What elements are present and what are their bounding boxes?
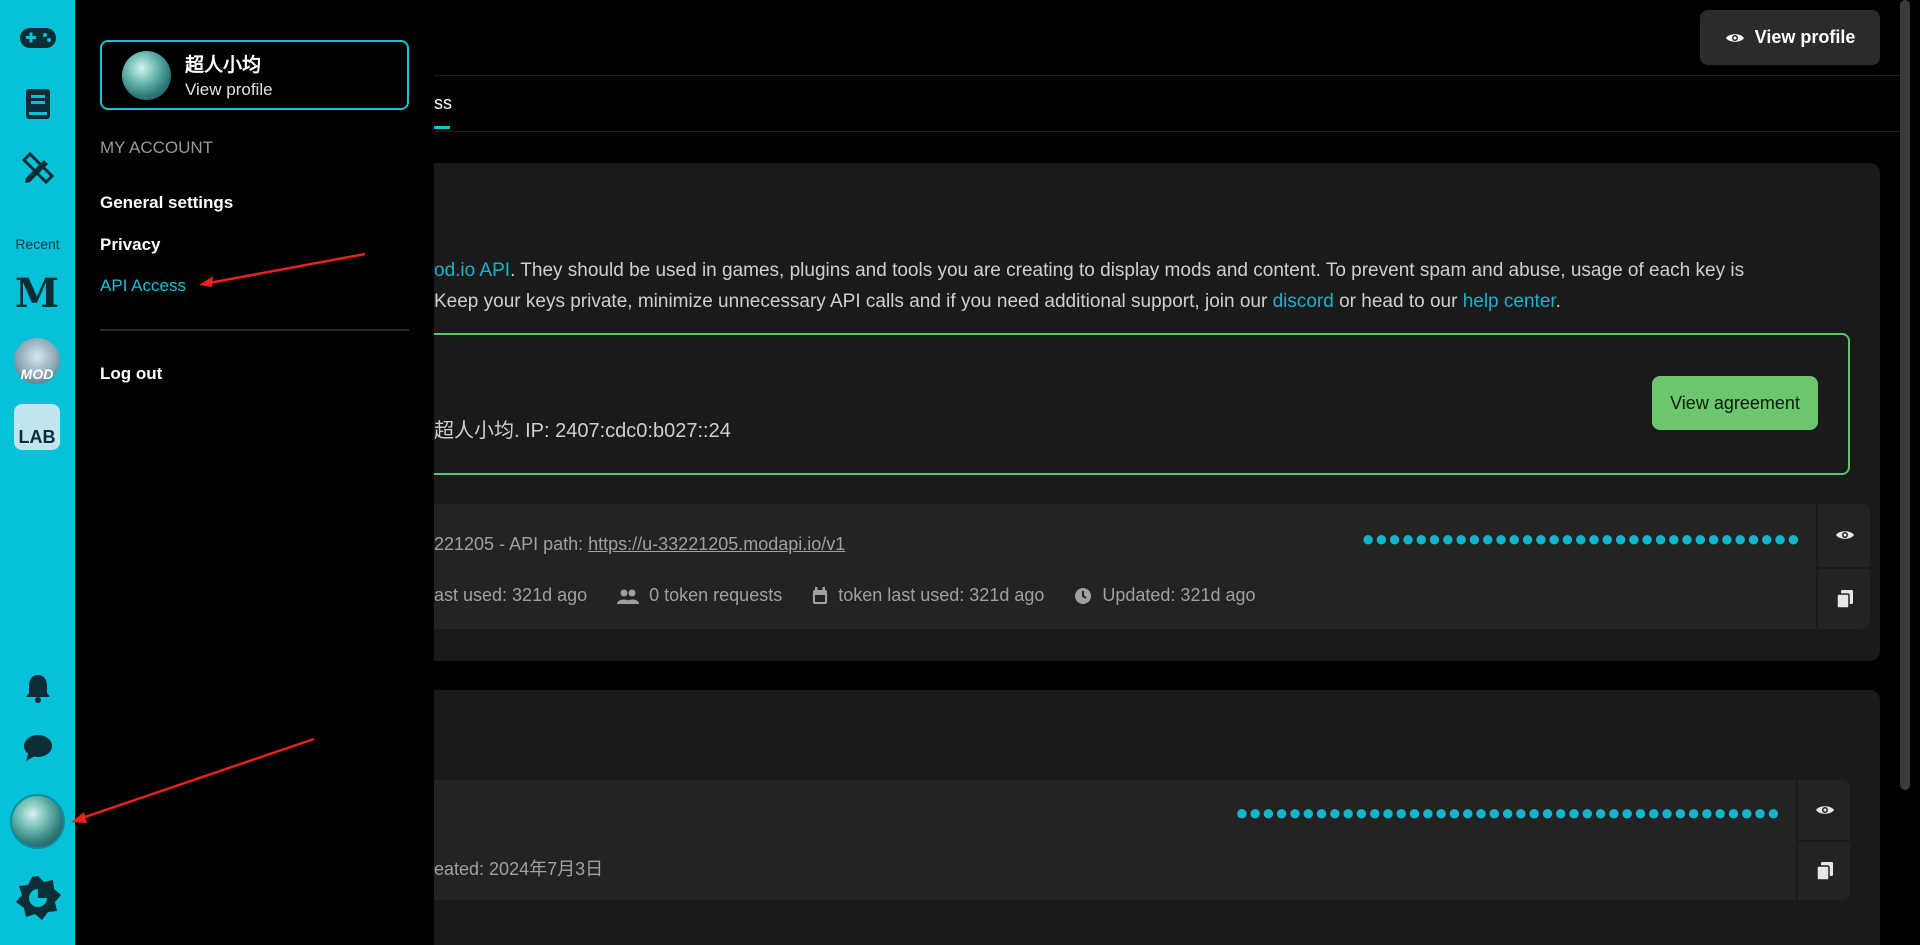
menu-item-api-access[interactable]: API Access [100, 276, 186, 296]
left-rail: Recent M MOD LAB [0, 0, 75, 945]
scrollbar[interactable] [1900, 0, 1910, 790]
tab-active-underline [434, 126, 450, 129]
recent-tile-label: LAB [18, 427, 56, 447]
meta-text: Updated: 321d ago [1102, 585, 1256, 605]
view-profile-label: View profile [1754, 27, 1856, 47]
view-agreement-button[interactable]: View agreement [1652, 376, 1818, 430]
recent-game-m[interactable]: M [14, 269, 60, 317]
copy-icon [1817, 862, 1833, 880]
menu-item-log-out[interactable]: Log out [100, 364, 162, 384]
agreement-box: 超人小均. IP: 2407:cdc0:b027::24 View agreem… [434, 333, 1850, 475]
token-created: eated: 2024年7月3日 [434, 859, 604, 879]
key-actions [1816, 504, 1872, 629]
reveal-key-button[interactable] [1818, 504, 1872, 566]
calendar-icon [813, 586, 828, 604]
help-center-link[interactable]: help center [1463, 291, 1556, 312]
chat-icon[interactable] [0, 720, 75, 776]
menu-divider [100, 329, 409, 331]
app: Recent M MOD LAB 超人小均 View profile MY AC… [0, 0, 1920, 945]
meta-text: ast used: 321d ago [434, 585, 588, 605]
menu-item-general-settings[interactable]: General settings [100, 193, 233, 213]
api-link[interactable]: od.io API [434, 260, 510, 281]
menu-item-privacy[interactable]: Privacy [100, 235, 161, 255]
design-tools-icon[interactable] [0, 140, 75, 196]
user-avatar[interactable] [10, 794, 65, 849]
meta-token-requests: 0 token requests [617, 585, 782, 606]
masked-key: ●●●●●●●●●●●●●●●●●●●●●●●●●●●●●●●●● [1361, 526, 1800, 551]
desc-text: . They should be used in games, plugins … [510, 260, 1745, 281]
discord-link[interactable]: discord [1273, 291, 1334, 312]
api-path: 221205 - API path: https://u-33221205.mo… [434, 534, 845, 555]
book-icon[interactable] [0, 76, 75, 132]
recent-tile-label: MOD [20, 366, 54, 382]
desc-text: . [1555, 291, 1561, 312]
meta-updated: Updated: 321d ago [1074, 585, 1256, 606]
tab-api-access[interactable]: ss [434, 93, 452, 114]
bell-icon[interactable] [0, 660, 75, 716]
annotation-arrow-icon [199, 252, 366, 287]
meta-token-last-used: token last used: 321d ago [812, 585, 1044, 606]
api-path-prefix: 221205 - API path: [434, 534, 589, 554]
meta-text: 0 token requests [649, 585, 783, 605]
reveal-token-button[interactable] [1798, 780, 1852, 840]
annotation-arrow-icon [71, 737, 315, 823]
desc-text: Keep your keys private, minimize unneces… [434, 291, 1273, 312]
recent-game-mod[interactable]: MOD [14, 338, 60, 384]
tab-divider [434, 131, 1910, 132]
profile-name: 超人小均 [185, 55, 262, 76]
meta-last-used: ast used: 321d ago [434, 585, 587, 606]
modio-logo-icon[interactable] [0, 868, 75, 928]
token-actions [1796, 780, 1852, 900]
main-content: View profile ss od.io API. They should b… [434, 0, 1910, 945]
agreement-owner: 超人小均. IP: 2407:cdc0:b027::24 [434, 420, 731, 442]
clock-icon [1075, 587, 1092, 604]
copy-icon [1837, 590, 1853, 608]
token-row: ●●●●●●●●●●●●●●●●●●●●●●●●●●●●●●●●●●●●●●●●… [434, 780, 1852, 900]
recent-game-lab[interactable]: LAB [14, 404, 60, 450]
view-profile-button[interactable]: View profile [1700, 10, 1880, 65]
recent-tile-label: M [14, 269, 60, 317]
games-icon[interactable] [0, 10, 75, 66]
meta-text: token last used: 321d ago [838, 585, 1045, 605]
recent-label: Recent [15, 236, 60, 252]
key-meta: ast used: 321d ago 0 token requests toke… [434, 585, 1286, 606]
api-key-row: 221205 - API path: https://u-33221205.mo… [434, 504, 1872, 629]
oauth-tokens-card: ●●●●●●●●●●●●●●●●●●●●●●●●●●●●●●●●●●●●●●●●… [434, 690, 1880, 945]
profile-avatar [122, 50, 171, 100]
copy-key-button[interactable] [1818, 567, 1872, 629]
profile-card[interactable]: 超人小均 View profile [100, 40, 409, 110]
masked-token: ●●●●●●●●●●●●●●●●●●●●●●●●●●●●●●●●●●●●●●●●… [1235, 800, 1780, 825]
eye-icon [1836, 531, 1854, 539]
api-path-link[interactable]: https://u-33221205.modapi.io/v1 [588, 534, 845, 554]
users-icon [617, 589, 640, 604]
eye-icon [1725, 33, 1744, 42]
eye-icon [1816, 806, 1834, 814]
view-profile-link[interactable]: View profile [185, 80, 273, 100]
top-divider [434, 75, 1910, 76]
copy-token-button[interactable] [1798, 840, 1852, 900]
api-keys-card: od.io API. They should be used in games,… [434, 163, 1880, 661]
menu-heading: MY ACCOUNT [100, 138, 214, 157]
desc-text: or head to our [1333, 291, 1463, 312]
api-description: od.io API. They should be used in games,… [434, 255, 1874, 317]
